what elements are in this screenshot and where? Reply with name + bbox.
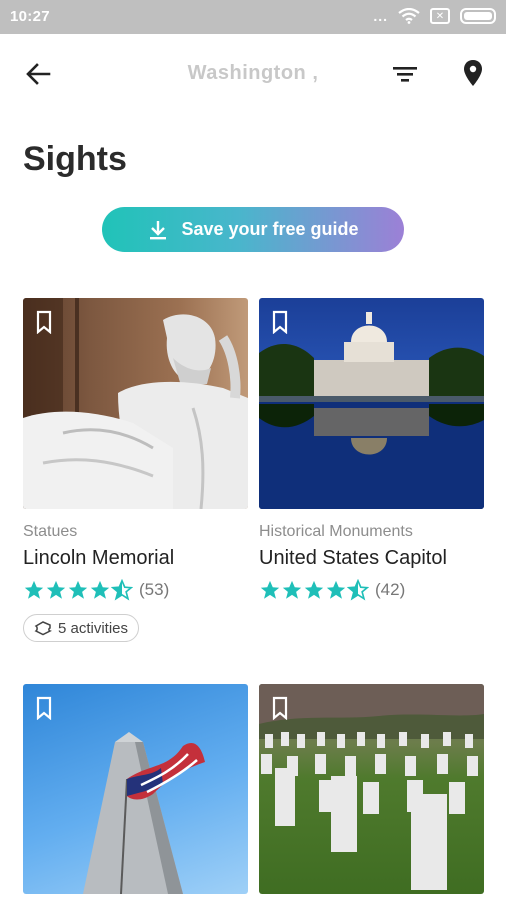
card-image: [23, 684, 248, 894]
card-category: Statues: [23, 523, 78, 540]
star-icon: [282, 580, 302, 599]
rating: (42): [259, 578, 484, 602]
bookmark-icon[interactable]: [35, 696, 53, 720]
status-icons: ... ✕: [373, 8, 496, 24]
card-image: [23, 298, 248, 509]
review-count: (53): [139, 580, 170, 599]
save-guide-label: Save your free guide: [181, 219, 359, 239]
status-time: 10:27: [10, 8, 50, 25]
card-title: United States Capitol: [259, 547, 447, 569]
sight-card-lincoln-memorial[interactable]: Statues Lincoln Memorial (53) 5 activiti…: [23, 298, 248, 642]
sim-icon: ✕: [430, 8, 450, 24]
star-icon: [326, 580, 346, 599]
star-icon: [90, 580, 110, 599]
card-image: [259, 684, 484, 894]
app-title: Washington ,: [187, 62, 319, 84]
sight-card-us-capitol[interactable]: Historical Monuments United States Capit…: [259, 298, 484, 602]
app-bar: Washington ,: [0, 34, 506, 114]
star-icon: [24, 580, 44, 599]
page-title: Sights: [23, 140, 127, 178]
save-guide-button[interactable]: Save your free guide: [102, 207, 404, 252]
filter-icon[interactable]: [390, 62, 420, 86]
star-icon: [68, 580, 88, 599]
star-icon: [260, 580, 280, 599]
star-icon: [304, 580, 324, 599]
activities-label: 5 activities: [58, 619, 129, 637]
card-category: Historical Monuments: [259, 523, 413, 540]
map-pin-icon[interactable]: [460, 58, 486, 88]
star-icon: [46, 580, 66, 599]
status-bar: 10:27 ... ✕: [0, 0, 506, 34]
card-title: Lincoln Memorial: [23, 547, 175, 569]
bookmark-icon[interactable]: [35, 310, 53, 334]
sight-card-monument[interactable]: [23, 684, 248, 894]
lincoln-statue-illustration: [23, 298, 248, 509]
capitol-illustration: [259, 312, 484, 509]
rating: (53): [23, 578, 248, 602]
sight-card-cemetery[interactable]: [259, 684, 484, 894]
star-half-icon: [111, 579, 133, 601]
wifi-icon: [398, 8, 420, 24]
cemetery-illustration: [259, 684, 484, 890]
ticket-icon: [34, 621, 52, 636]
activities-chip[interactable]: 5 activities: [23, 614, 140, 642]
more-dots-icon: ...: [373, 8, 388, 24]
card-image: [259, 298, 484, 509]
bookmark-icon[interactable]: [271, 696, 289, 720]
monument-flag-illustration: [83, 732, 205, 894]
download-icon: [150, 220, 167, 239]
star-half-icon: [347, 579, 369, 601]
review-count: (42): [375, 580, 406, 599]
bookmark-icon[interactable]: [271, 310, 289, 334]
battery-icon: [460, 8, 496, 24]
